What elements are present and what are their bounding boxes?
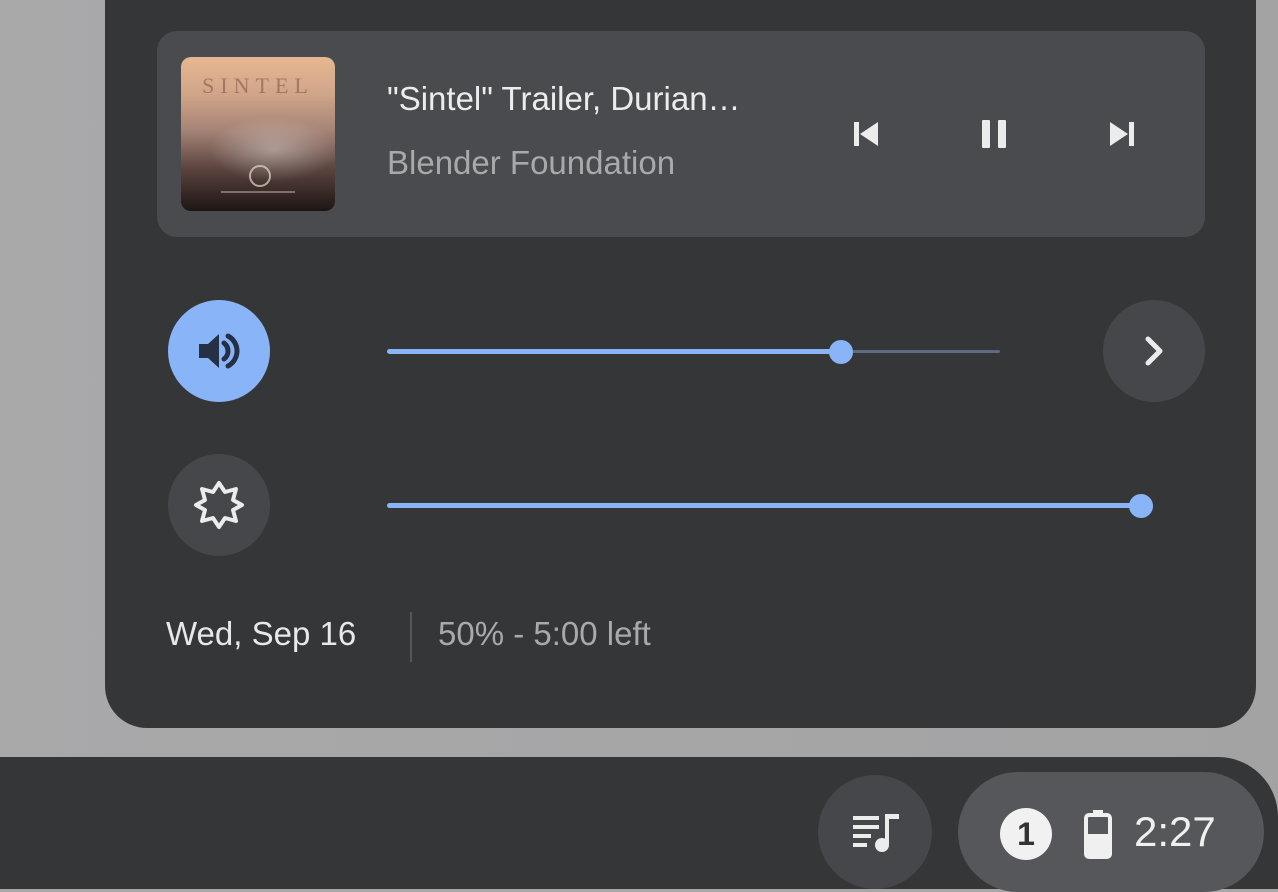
media-title: "Sintel" Trailer, Durian… xyxy=(387,80,741,117)
pause-icon xyxy=(982,120,1006,148)
album-artwork: SINTEL xyxy=(181,57,335,211)
skip-next-icon xyxy=(1110,122,1134,146)
battery-status-label[interactable]: 50% - 5:00 left xyxy=(438,615,651,653)
notification-count-badge: 1 xyxy=(1000,808,1052,860)
volume-slider-fill xyxy=(387,349,841,354)
brightness-slider-fill xyxy=(387,503,1141,508)
volume-slider[interactable] xyxy=(387,340,1000,364)
volume-slider-thumb[interactable] xyxy=(828,340,853,364)
status-divider xyxy=(410,612,412,662)
media-artist: Blender Foundation xyxy=(387,144,676,181)
volume-icon xyxy=(199,333,240,369)
brightness-slider[interactable] xyxy=(387,494,1153,518)
chevron-right-icon xyxy=(1145,336,1163,366)
date-label[interactable]: Wed, Sep 16 xyxy=(166,615,356,653)
volume-mute-button[interactable] xyxy=(168,300,270,402)
previous-track-button[interactable] xyxy=(838,106,894,162)
brightness-slider-thumb[interactable] xyxy=(1129,494,1153,518)
artwork-emblem xyxy=(249,165,271,187)
playlist-music-icon xyxy=(853,814,899,852)
clock-time: 2:27 xyxy=(1134,808,1216,855)
skip-previous-icon xyxy=(854,122,878,146)
brightness-button[interactable] xyxy=(168,454,270,556)
audio-settings-button[interactable] xyxy=(1103,300,1205,402)
brightness-icon xyxy=(194,481,244,529)
pause-button[interactable] xyxy=(966,106,1022,162)
next-track-button[interactable] xyxy=(1094,106,1150,162)
artwork-title: SINTEL xyxy=(202,73,314,98)
battery-icon xyxy=(1084,810,1112,859)
artwork-credit-line xyxy=(221,191,295,193)
media-tray-button[interactable] xyxy=(818,775,932,889)
